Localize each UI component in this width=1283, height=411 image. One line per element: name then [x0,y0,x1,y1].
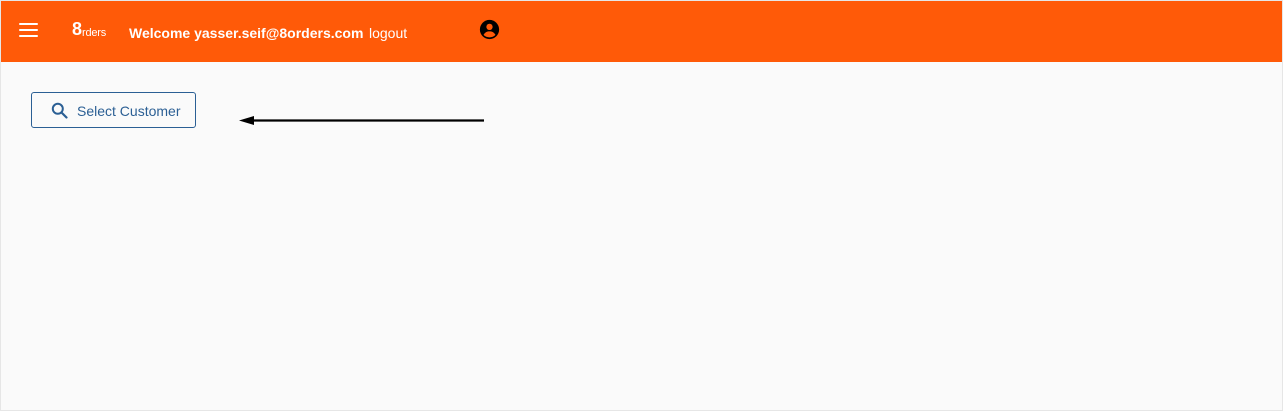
8orders-logo: 8 rders [72,20,116,42]
hamburger-menu-icon[interactable] [19,22,39,38]
select-customer-label: Select Customer [77,103,181,119]
logo-wordmark: rders [82,27,107,39]
annotation-arrow-icon [239,116,484,125]
menu-line [19,35,38,37]
account-circle-icon[interactable] [479,19,500,40]
welcome-message: Welcome yasser.seif@8orders.com [129,25,364,41]
menu-line [19,23,38,25]
select-customer-button[interactable]: Select Customer [31,92,196,128]
menu-line [19,29,38,31]
logout-link[interactable]: logout [369,25,407,41]
search-icon [51,102,68,119]
logo-mark: 8 [72,19,83,39]
top-app-bar: 8 rders Welcome yasser.seif@8orders.com … [1,1,1282,62]
app-window: 8 rders Welcome yasser.seif@8orders.com … [0,0,1283,411]
